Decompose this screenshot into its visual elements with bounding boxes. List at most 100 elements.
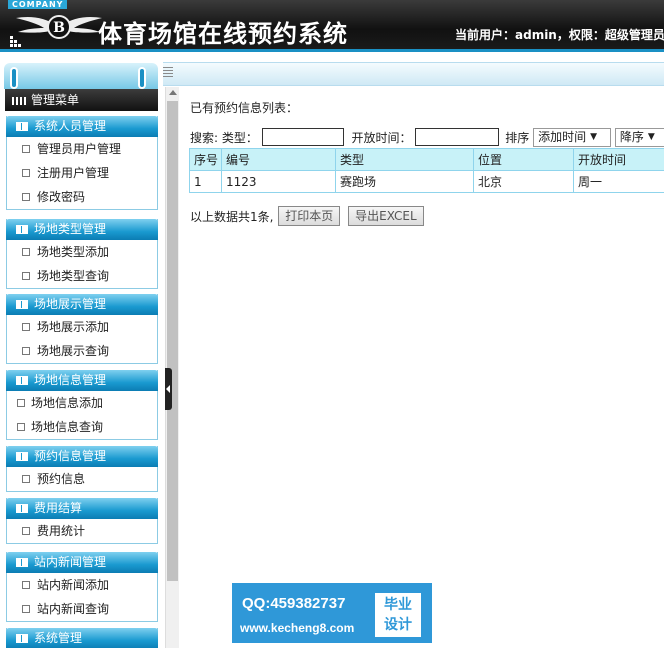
- watermark-url: www.kecheng8.com: [240, 621, 354, 635]
- open-time-input[interactable]: [415, 128, 499, 146]
- menu-item-registered-users[interactable]: 注册用户管理: [7, 161, 157, 185]
- column-header: 位置: [474, 149, 574, 171]
- menu-item-booking-info[interactable]: 预约信息: [7, 467, 157, 491]
- menu-group-title[interactable]: 系统管理: [6, 628, 158, 648]
- menu-header: 管理菜单: [5, 89, 158, 111]
- main-content: 已有预约信息列表： 搜索: 类型： 开放时间： 排序 添加时间▼ 降序▼ 查 序…: [182, 87, 664, 648]
- sort-order-select[interactable]: 降序▼: [615, 128, 664, 147]
- page-icon: [22, 145, 30, 153]
- menu-group-billing: 费用结算 费用统计: [6, 498, 158, 544]
- book-icon: [16, 376, 28, 385]
- page-icon: [17, 423, 25, 431]
- column-header: 类型: [336, 149, 474, 171]
- logo-letter: B: [53, 20, 65, 36]
- booking-table: 序号 编号 类型 位置 开放时间 1 1123 赛跑场 北京 周一: [189, 148, 664, 193]
- app-header: COMPANY B 体育场馆在线预约系统 当前用户：admin，权限：超级管理员: [0, 0, 664, 52]
- book-icon: [16, 452, 28, 461]
- collapse-sidebar-toggle[interactable]: [165, 368, 172, 410]
- book-icon: [16, 122, 28, 131]
- table-cell: 周一: [574, 171, 664, 193]
- menu-group-title[interactable]: 系统人员管理: [6, 116, 158, 137]
- binder-ring-icon: [10, 67, 18, 89]
- company-badge: COMPANY: [8, 0, 67, 9]
- watermark-banner: QQ:459382737 www.kecheng8.com 毕业 设计: [232, 583, 432, 643]
- column-header: 序号: [190, 149, 222, 171]
- menu-group-booking: 预约信息管理 预约信息: [6, 446, 158, 492]
- table-cell: 1123: [222, 171, 336, 193]
- open-time-label: 开放时间：: [352, 129, 412, 146]
- print-page-button[interactable]: 打印本页: [278, 206, 340, 226]
- menu-item-news-query[interactable]: 站内新闻查询: [7, 597, 157, 621]
- menu-group-system: 系统管理: [6, 628, 158, 648]
- menu-item-venue-type-add[interactable]: 场地类型添加: [7, 240, 157, 264]
- menu-item-venue-display-query[interactable]: 场地展示查询: [7, 339, 157, 363]
- menu-group-venue-info: 场地信息管理 场地信息添加 场地信息查询: [6, 370, 158, 440]
- menu-item-venue-info-add[interactable]: 场地信息添加: [7, 391, 157, 415]
- column-header: 编号: [222, 149, 336, 171]
- page-icon: [22, 169, 30, 177]
- table-cell: 1: [190, 171, 222, 193]
- watermark-qq: QQ:459382737: [242, 595, 345, 612]
- sidebar-top-bar: [4, 63, 158, 89]
- grid-dots-icon: [10, 36, 22, 48]
- menu-group-venue-type: 场地类型管理 场地类型添加 场地类型查询: [6, 219, 158, 289]
- menu-group-title[interactable]: 费用结算: [6, 498, 158, 519]
- menu-group-news: 站内新闻管理 站内新闻添加 站内新闻查询: [6, 552, 158, 622]
- menu-group-title[interactable]: 场地展示管理: [6, 294, 158, 315]
- winged-b-logo-icon: B: [14, 12, 104, 42]
- book-icon: [16, 558, 28, 567]
- scrollbar-thumb[interactable]: [167, 101, 178, 581]
- current-user-info: 当前用户：admin，权限：超级管理员: [455, 26, 664, 43]
- menu-item-admin-users[interactable]: 管理员用户管理: [7, 137, 157, 161]
- menu-group-venue-display: 场地展示管理 场地展示添加 场地展示查询: [6, 294, 158, 364]
- page-icon: [22, 581, 30, 589]
- table-footer: 以上数据共1条, 打印本页 导出EXCEL: [190, 206, 424, 226]
- sort-label: 排序: [505, 129, 529, 146]
- page-icon: [22, 605, 30, 613]
- dropdown-caret-icon: ▼: [590, 129, 597, 146]
- table-row: 1 1123 赛跑场 北京 周一: [190, 171, 664, 193]
- book-icon: [16, 504, 28, 513]
- menu-group-title[interactable]: 站内新闻管理: [6, 552, 158, 573]
- page-icon: [22, 193, 30, 201]
- type-label: 类型：: [222, 129, 258, 146]
- type-input[interactable]: [262, 128, 344, 146]
- binder-ring-icon: [138, 67, 146, 89]
- table-header-row: 序号 编号 类型 位置 开放时间: [190, 149, 664, 171]
- list-title: 已有预约信息列表：: [190, 99, 298, 116]
- menu-item-change-password[interactable]: 修改密码: [7, 185, 157, 209]
- column-header: 开放时间: [574, 149, 664, 171]
- menu-group-title[interactable]: 场地信息管理: [6, 370, 158, 391]
- table-cell: 北京: [474, 171, 574, 193]
- menu-group-title[interactable]: 场地类型管理: [6, 219, 158, 240]
- menu-item-news-add[interactable]: 站内新闻添加: [7, 573, 157, 597]
- content-toolbar: [160, 62, 664, 86]
- page-icon: [22, 272, 30, 280]
- menu-item-venue-type-query[interactable]: 场地类型查询: [7, 264, 157, 288]
- scroll-up-arrow-icon[interactable]: [169, 90, 177, 95]
- menu-item-venue-display-add[interactable]: 场地展示添加: [7, 315, 157, 339]
- menu-item-venue-info-query[interactable]: 场地信息查询: [7, 415, 157, 439]
- menu-header-label: 管理菜单: [31, 93, 79, 107]
- search-label: 搜索:: [190, 129, 218, 146]
- book-icon: [16, 634, 28, 643]
- menu-group-staff: 系统人员管理 管理员用户管理 注册用户管理 修改密码: [6, 116, 158, 210]
- lines-icon: [163, 67, 173, 79]
- watermark-tag: 毕业 设计: [375, 593, 421, 637]
- menu-item-fee-stats[interactable]: 费用统计: [7, 519, 157, 543]
- dropdown-caret-icon: ▼: [648, 129, 655, 146]
- sort-field-select[interactable]: 添加时间▼: [533, 128, 611, 147]
- table-cell: 赛跑场: [336, 171, 474, 193]
- book-icon: [16, 225, 28, 234]
- menu-group-title[interactable]: 预约信息管理: [6, 446, 158, 467]
- page-icon: [22, 248, 30, 256]
- menu-grid-icon: [12, 97, 26, 105]
- export-excel-button[interactable]: 导出EXCEL: [348, 206, 424, 226]
- page-icon: [22, 527, 30, 535]
- record-count-text: 以上数据共1条,: [190, 208, 273, 225]
- sidebar: 管理菜单 系统人员管理 管理员用户管理 注册用户管理 修改密码 场地类型管理 场…: [0, 55, 163, 648]
- page-icon: [22, 323, 30, 331]
- search-bar: 搜索: 类型： 开放时间： 排序 添加时间▼ 降序▼ 查: [190, 127, 664, 147]
- page-icon: [22, 475, 30, 483]
- page-icon: [17, 399, 25, 407]
